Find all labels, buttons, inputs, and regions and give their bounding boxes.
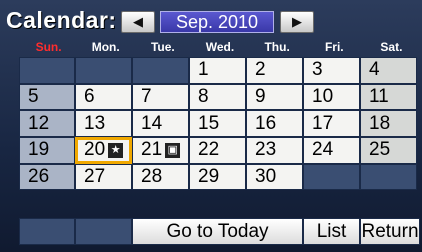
list-button[interactable]: List <box>303 218 360 245</box>
day-number: 24 <box>312 139 334 161</box>
weekday-label-sat: Sat. <box>380 40 403 54</box>
day-cell[interactable]: 19 <box>19 137 75 164</box>
day-cell[interactable]: 2 <box>246 57 303 84</box>
day-cell[interactable]: 18 <box>360 110 417 138</box>
day-number: 13 <box>84 112 106 134</box>
day-cell[interactable]: 27 <box>75 163 132 191</box>
month-label: Sep. 2010 <box>160 11 274 33</box>
screen-title: Calendar: <box>6 7 117 33</box>
day-cell-empty <box>75 57 132 84</box>
day-number: 30 <box>255 166 277 188</box>
day-number: 21 <box>141 139 163 161</box>
note-icon: ▣ <box>165 142 181 158</box>
day-cell[interactable]: 17 <box>303 110 360 138</box>
day-cell[interactable]: 28 <box>132 163 189 191</box>
day-cell[interactable]: 20 ★ <box>75 137 132 164</box>
day-number: 14 <box>141 112 163 134</box>
weekday-label-sun: Sun. <box>35 40 62 54</box>
bottom-blank-cell <box>19 218 75 245</box>
day-cell[interactable]: 5 <box>19 83 75 111</box>
day-cell[interactable]: 4 <box>360 57 417 84</box>
weekday-label-tue: Tue. <box>150 40 175 54</box>
triangle-left-icon: ◀ <box>133 14 143 29</box>
day-number: 19 <box>28 139 50 161</box>
day-cell[interactable]: 23 <box>246 137 303 164</box>
triangle-right-icon: ▶ <box>292 14 302 29</box>
next-month-button[interactable]: ▶ <box>280 11 314 33</box>
return-button[interactable]: Return <box>360 218 420 245</box>
day-number: 3 <box>312 59 323 81</box>
day-cell-empty <box>19 57 75 84</box>
day-cell[interactable]: 13 <box>75 110 132 138</box>
day-number: 7 <box>141 86 152 108</box>
day-cell[interactable]: 12 <box>19 110 75 138</box>
star-icon: ★ <box>108 142 124 158</box>
day-cell[interactable]: 29 <box>189 163 246 191</box>
day-number: 23 <box>255 139 277 161</box>
day-cell[interactable]: 15 <box>189 110 246 138</box>
day-cell[interactable]: 14 <box>132 110 189 138</box>
day-cell[interactable]: 6 <box>75 83 132 111</box>
bottom-blank-cell <box>75 218 132 245</box>
day-number: 1 <box>198 59 209 81</box>
day-number: 8 <box>198 86 209 108</box>
day-number: 27 <box>84 166 106 188</box>
day-cell[interactable]: 26 <box>19 163 75 191</box>
day-number: 11 <box>369 86 389 108</box>
bottom-bar: Go to Today List Return <box>19 218 420 245</box>
weekday-label-fri: Fri. <box>324 40 344 54</box>
day-number: 29 <box>198 166 220 188</box>
day-cell[interactable]: 24 <box>303 137 360 164</box>
weekday-header: Sun. Mon. Tue. Wed. Thu. Fri. Sat. <box>20 38 420 56</box>
day-number: 20 <box>84 139 106 161</box>
day-cell[interactable]: 11 <box>360 83 417 111</box>
day-number: 12 <box>28 112 50 134</box>
day-number: 6 <box>84 86 95 108</box>
day-cell[interactable]: 3 <box>303 57 360 84</box>
day-cell[interactable]: 30 <box>246 163 303 191</box>
day-cell[interactable]: 25 <box>360 137 417 164</box>
calendar-screen: Calendar: ◀ Sep. 2010 ▶ Sun. Mon. Tue. W… <box>0 0 422 252</box>
weekday-label-thu: Thu. <box>264 40 290 54</box>
day-cell[interactable]: 21 ▣ <box>132 137 189 164</box>
day-number: 28 <box>141 166 163 188</box>
day-cell-empty <box>303 163 360 191</box>
weekday-label-wed: Wed. <box>205 40 235 54</box>
day-cell[interactable]: 9 <box>246 83 303 111</box>
weekday-label-mon: Mon. <box>91 40 120 54</box>
day-number: 5 <box>28 86 39 108</box>
calendar-grid: 1 2 3 4 5 6 7 8 9 10 11 12 13 14 15 16 17 18 19 20 ★ 21 ▣ 22 23 2… <box>19 57 420 244</box>
previous-month-button[interactable]: ◀ <box>121 11 155 33</box>
day-cell[interactable]: 16 <box>246 110 303 138</box>
day-cell[interactable]: 22 <box>189 137 246 164</box>
day-number: 10 <box>312 86 334 108</box>
day-number: 17 <box>312 112 334 134</box>
day-cell[interactable]: 10 <box>303 83 360 111</box>
day-cell[interactable]: 8 <box>189 83 246 111</box>
day-cell[interactable]: 7 <box>132 83 189 111</box>
day-number: 2 <box>255 59 266 81</box>
go-to-today-button[interactable]: Go to Today <box>132 218 303 245</box>
day-number: 25 <box>369 139 391 161</box>
day-number: 9 <box>255 86 266 108</box>
day-cell[interactable]: 1 <box>189 57 246 84</box>
day-number: 22 <box>198 139 220 161</box>
day-number: 16 <box>255 112 277 134</box>
day-cell-empty <box>132 57 189 84</box>
day-cell-empty <box>360 163 417 191</box>
day-number: 4 <box>369 59 380 81</box>
day-number: 26 <box>28 166 50 188</box>
day-number: 15 <box>198 112 220 134</box>
day-number: 18 <box>369 112 391 134</box>
